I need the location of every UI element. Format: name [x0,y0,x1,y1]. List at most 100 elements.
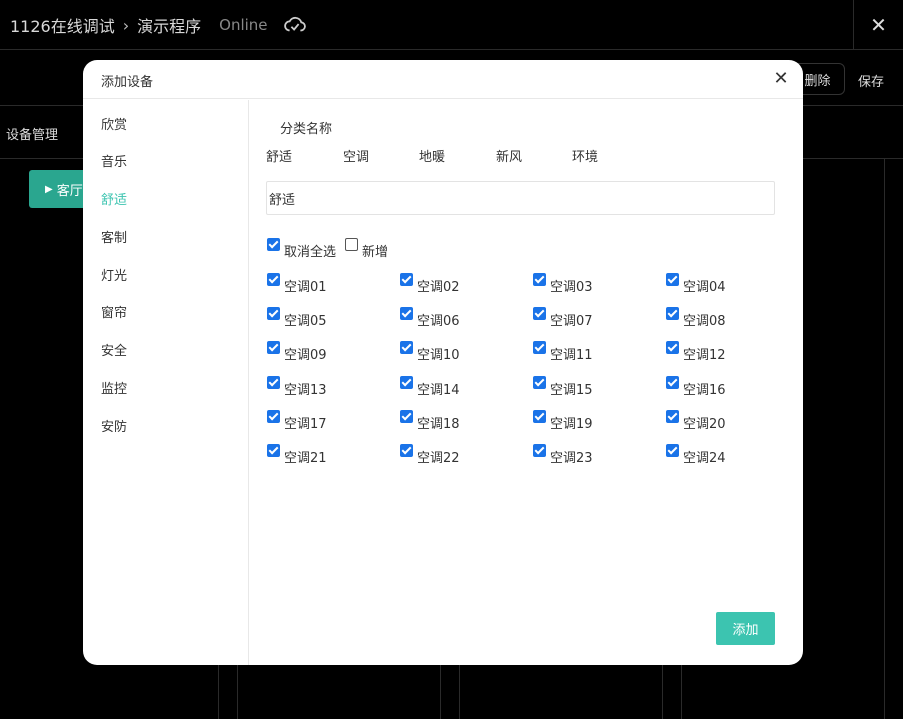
device-label: 空调18 [417,417,460,432]
device-checkbox[interactable]: 空调08 [666,307,726,329]
checkbox-checked-icon [267,273,280,286]
section-title: 设备管理 [6,128,59,143]
caret-right-icon: ▶ [45,183,53,195]
device-checkbox[interactable]: 空调11 [533,341,593,363]
checkbox-checked-icon [533,444,546,457]
device-checkbox[interactable]: 空调14 [400,376,460,398]
device-label: 空调10 [417,348,460,363]
device-label: 空调11 [550,348,593,363]
device-label: 空调07 [550,314,593,329]
sidebar-item-curtain[interactable]: 窗帘 [101,302,127,321]
breadcrumb-item-project[interactable]: 1126在线调试 [10,13,115,37]
dialog-header: 添加设备 ✕ [83,60,803,99]
device-checkbox[interactable]: 空调24 [666,444,726,466]
checkbox-checked-icon [400,410,413,423]
category-tab-ac[interactable]: 空调 [343,146,369,165]
device-checkbox[interactable]: 空调17 [267,410,327,432]
category-tab-comfort[interactable]: 舒适 [266,146,292,165]
device-checkbox[interactable]: 空调12 [666,341,726,363]
checkbox-checked-icon [666,376,679,389]
device-category-sidebar: 欣赏 音乐 舒适 客制 灯光 窗帘 安全 监控 安防 [83,100,249,665]
divider [884,158,885,719]
add-device-dialog: 添加设备 ✕ 欣赏 音乐 舒适 客制 灯光 窗帘 安全 监控 安防 分类名称 舒… [83,60,803,665]
device-label: 空调08 [683,314,726,329]
device-label: 空调15 [550,383,593,398]
add-button[interactable]: 添加 [716,612,775,645]
save-button[interactable]: 保存 [858,71,884,90]
sidebar-item-music[interactable]: 音乐 [101,151,127,170]
select-all-label: 取消全选 [284,245,337,260]
device-checkbox[interactable]: 空调07 [533,307,593,329]
checkbox-checked-icon [267,341,280,354]
dialog-content: 分类名称 舒适 空调 地暖 新风 环境 取消全选 新增 空调01 空调02 空调03… [249,100,803,665]
category-tab-environment[interactable]: 环境 [572,146,598,165]
cloud-sync-icon [283,16,306,32]
device-checkbox[interactable]: 空调13 [267,376,327,398]
checkbox-checked-icon [400,307,413,320]
device-checkbox[interactable]: 空调10 [400,341,460,363]
device-label: 空调09 [284,348,327,363]
sidebar-item-comfort[interactable]: 舒适 [101,189,127,208]
checkbox-checked-icon [666,444,679,457]
device-checkbox[interactable]: 空调15 [533,376,593,398]
checkbox-checked-icon [533,410,546,423]
checkbox-checked-icon [666,273,679,286]
sidebar-item-safety[interactable]: 安全 [101,340,127,359]
category-tab-floor-heating[interactable]: 地暖 [419,146,445,165]
checkbox-unchecked-icon [345,238,358,251]
breadcrumb-item-program[interactable]: 演示程序 [137,13,201,37]
room-button[interactable]: ▶ 客厅 [29,170,89,208]
category-tab-fresh-air[interactable]: 新风 [496,146,522,165]
device-checkbox[interactable]: 空调19 [533,410,593,432]
device-checkbox[interactable]: 空调06 [400,307,460,329]
device-label: 空调22 [417,451,460,466]
device-label: 空调24 [683,451,726,466]
device-label: 空调16 [683,383,726,398]
add-new-checkbox[interactable]: 新增 [345,238,388,260]
select-all-checkbox[interactable]: 取消全选 [267,238,336,260]
device-checkbox[interactable]: 空调03 [533,273,593,295]
device-checkbox[interactable]: 空调20 [666,410,726,432]
device-checkbox[interactable]: 空调18 [400,410,460,432]
checkbox-checked-icon [267,376,280,389]
device-checkbox[interactable]: 空调16 [666,376,726,398]
device-checkbox[interactable]: 空调09 [267,341,327,363]
device-label: 空调17 [284,417,327,432]
sidebar-item-lighting[interactable]: 灯光 [101,265,127,284]
sidebar-item-security[interactable]: 安防 [101,416,127,435]
top-bar: 1126在线调试 › 演示程序 Online ✕ [0,0,903,50]
device-label: 空调19 [550,417,593,432]
checkbox-checked-icon [267,410,280,423]
device-checkbox[interactable]: 空调21 [267,444,327,466]
device-label: 空调23 [550,451,593,466]
checkbox-checked-icon [267,307,280,320]
category-name-input[interactable] [266,181,775,215]
dialog-title: 添加设备 [101,75,154,90]
checkbox-checked-icon [400,341,413,354]
device-label: 空调05 [284,314,327,329]
device-checkbox[interactable]: 空调02 [400,273,460,295]
category-title: 分类名称 [280,122,333,137]
room-button-label: 客厅 [56,183,83,199]
device-checkbox[interactable]: 空调01 [267,273,327,295]
checkbox-checked-icon [267,444,280,457]
sidebar-item-appreciate[interactable]: 欣赏 [101,114,127,133]
checkbox-checked-icon [400,444,413,457]
close-icon[interactable]: ✕ [853,0,903,50]
device-label: 空调12 [683,348,726,363]
device-checkbox[interactable]: 空调05 [267,307,327,329]
sidebar-item-custom[interactable]: 客制 [101,227,127,246]
sidebar-item-monitor[interactable]: 监控 [101,378,127,397]
add-new-label: 新增 [362,245,389,260]
device-checkbox[interactable]: 空调23 [533,444,593,466]
device-label: 空调03 [550,280,593,295]
close-icon[interactable]: ✕ [771,68,791,89]
device-label: 空调02 [417,280,460,295]
checkbox-checked-icon [533,341,546,354]
device-checkbox[interactable]: 空调22 [400,444,460,466]
checkbox-checked-icon [400,376,413,389]
checkbox-checked-icon [267,238,280,251]
chevron-right-icon: › [122,15,130,35]
checkbox-checked-icon [400,273,413,286]
device-checkbox[interactable]: 空调04 [666,273,726,295]
